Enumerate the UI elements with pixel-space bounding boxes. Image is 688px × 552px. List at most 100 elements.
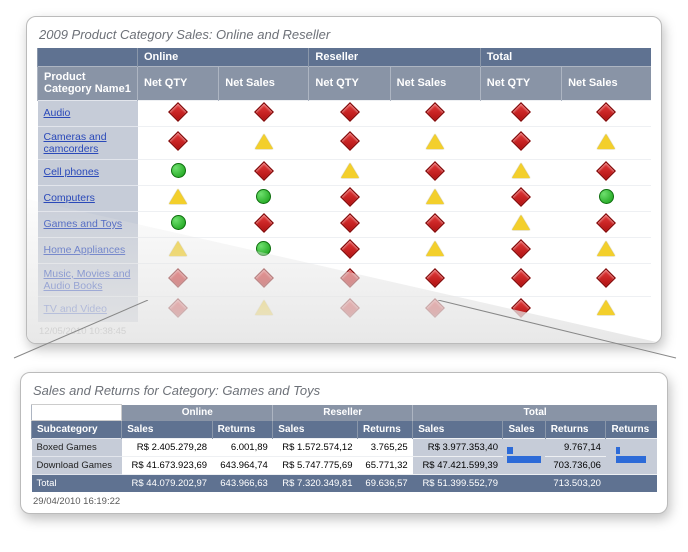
- triangle-icon: [597, 300, 615, 315]
- cell-value: R$ 51.399.552,79: [413, 475, 503, 493]
- col-returns: Returns: [212, 421, 273, 439]
- diamond-icon: [425, 268, 445, 288]
- table-row: Cameras and camcorders: [38, 126, 652, 159]
- diamond-icon: [340, 239, 360, 259]
- subcategory-label: Download Games: [32, 457, 122, 475]
- group-reseller: Reseller: [273, 405, 413, 421]
- diamond-icon: [340, 298, 360, 318]
- col-netsales: Net Sales: [390, 66, 480, 100]
- table-row: Games and Toys: [38, 211, 652, 237]
- diamond-icon: [254, 102, 274, 122]
- triangle-icon: [512, 215, 530, 230]
- category-link[interactable]: Cameras and camcorders: [38, 126, 138, 159]
- triangle-icon: [169, 241, 187, 256]
- group-total: Total: [480, 48, 651, 66]
- triangle-icon: [597, 134, 615, 149]
- col-sales: Sales: [273, 421, 358, 439]
- category-sales-panel: 2009 Product Category Sales: Online and …: [26, 16, 662, 344]
- category-link[interactable]: Games and Toys: [38, 211, 138, 237]
- diamond-icon: [425, 161, 445, 181]
- cell-value: R$ 47.421.599,39: [413, 457, 503, 475]
- circle-icon: [256, 189, 271, 204]
- sales-returns-panel: Sales and Returns for Category: Games an…: [20, 372, 668, 514]
- corner-cell: [38, 48, 138, 66]
- col-sales: Sales: [413, 421, 503, 439]
- diamond-icon: [596, 268, 616, 288]
- cell-value: [606, 475, 657, 493]
- diamond-icon: [168, 131, 188, 151]
- table-row: Audio: [38, 100, 652, 126]
- category-link[interactable]: Computers: [38, 185, 138, 211]
- cell-value: R$ 44.079.202,97: [122, 475, 212, 493]
- diamond-icon: [340, 102, 360, 122]
- circle-icon: [171, 215, 186, 230]
- triangle-icon: [255, 300, 273, 315]
- col-netqty: Net QTY: [309, 66, 390, 100]
- cell-value: 9.767,14: [545, 439, 606, 457]
- col-returns: Returns: [358, 421, 413, 439]
- timestamp: 29/04/2010 16:19:22: [31, 492, 657, 507]
- diamond-icon: [254, 268, 274, 288]
- cell-value: 69.636,57: [358, 475, 413, 493]
- category-sales-table: Online Reseller Total Product Category N…: [37, 48, 651, 322]
- group-online: Online: [138, 48, 309, 66]
- cell-value: R$ 2.405.279,28: [122, 439, 212, 457]
- diamond-icon: [511, 298, 531, 318]
- total-row: Total R$ 44.079.202,97 643.966,63 R$ 7.3…: [32, 475, 658, 493]
- triangle-icon: [169, 189, 187, 204]
- diamond-icon: [340, 187, 360, 207]
- cell-value: 65.771,32: [358, 457, 413, 475]
- col-subcategory: Subcategory: [32, 421, 122, 439]
- diamond-icon: [596, 161, 616, 181]
- cell-value: 3.765,25: [358, 439, 413, 457]
- col-netqty: Net QTY: [138, 66, 219, 100]
- diamond-icon: [511, 239, 531, 259]
- returns-sparkline: [606, 439, 657, 475]
- table-row: Music, Movies and Audio Books: [38, 263, 652, 296]
- cell-value: [503, 475, 545, 493]
- diamond-icon: [254, 161, 274, 181]
- category-link[interactable]: Audio: [38, 100, 138, 126]
- col-rowhdr: Product Category Name1: [38, 66, 138, 100]
- triangle-icon: [341, 163, 359, 178]
- col-netsales: Net Sales: [219, 66, 309, 100]
- corner-cell: [32, 405, 122, 421]
- triangle-icon: [426, 241, 444, 256]
- table-row: TV and Video: [38, 296, 652, 322]
- diamond-icon: [511, 131, 531, 151]
- diamond-icon: [340, 268, 360, 288]
- triangle-icon: [426, 134, 444, 149]
- col-returns-spark: Returns: [606, 421, 657, 439]
- cell-value: R$ 1.572.574,12: [273, 439, 358, 457]
- category-link[interactable]: Home Appliances: [38, 237, 138, 263]
- cell-value: 6.001,89: [212, 439, 273, 457]
- col-returns: Returns: [545, 421, 606, 439]
- diamond-icon: [596, 213, 616, 233]
- timestamp: 12/05/2010 10:38:45: [37, 322, 651, 337]
- col-netqty: Net QTY: [480, 66, 561, 100]
- circle-icon: [599, 189, 614, 204]
- cell-value: R$ 41.673.923,69: [122, 457, 212, 475]
- category-link[interactable]: TV and Video: [38, 296, 138, 322]
- sales-sparkline: [503, 439, 545, 475]
- group-online: Online: [122, 405, 273, 421]
- table-row: Download Games R$ 41.673.923,69 643.964,…: [32, 457, 658, 475]
- category-link[interactable]: Music, Movies and Audio Books: [38, 263, 138, 296]
- diamond-icon: [340, 131, 360, 151]
- diamond-icon: [425, 102, 445, 122]
- triangle-icon: [255, 134, 273, 149]
- total-label: Total: [32, 475, 122, 493]
- group-reseller: Reseller: [309, 48, 480, 66]
- diamond-icon: [511, 187, 531, 207]
- panel2-title: Sales and Returns for Category: Games an…: [31, 381, 657, 404]
- cell-value: 643.966,63: [212, 475, 273, 493]
- triangle-icon: [426, 189, 444, 204]
- triangle-icon: [597, 241, 615, 256]
- diamond-icon: [168, 102, 188, 122]
- circle-icon: [256, 241, 271, 256]
- category-link[interactable]: Cell phones: [38, 159, 138, 185]
- circle-icon: [171, 163, 186, 178]
- sales-returns-table: Online Reseller Total Subcategory Sales …: [31, 404, 657, 492]
- panel1-title: 2009 Product Category Sales: Online and …: [37, 25, 651, 48]
- subcategory-label: Boxed Games: [32, 439, 122, 457]
